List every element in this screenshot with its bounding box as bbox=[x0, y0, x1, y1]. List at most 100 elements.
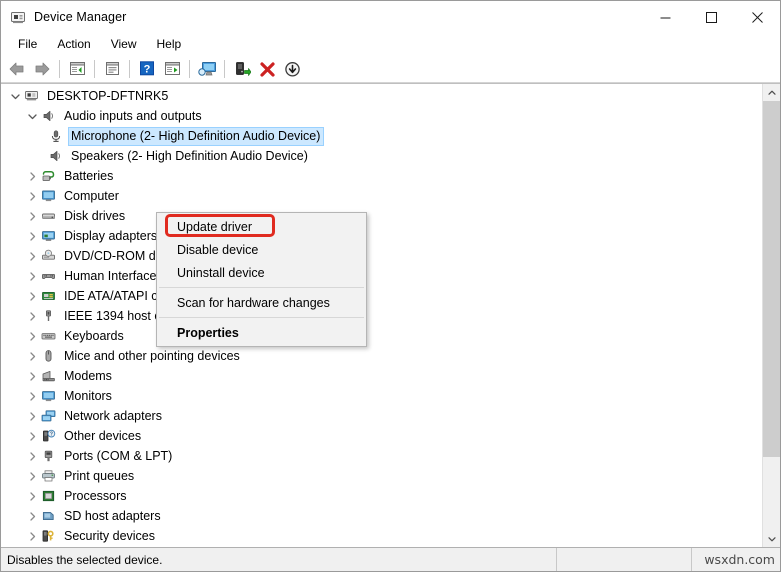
toolbar: ? bbox=[1, 55, 780, 83]
context-menu-item-properties[interactable]: Properties bbox=[157, 321, 366, 344]
tree-item-label: Monitors bbox=[64, 388, 112, 403]
tree-item-computer[interactable]: Computer bbox=[1, 186, 762, 206]
context-menu-item-disable-device[interactable]: Disable device bbox=[157, 238, 366, 261]
disk-drive-icon bbox=[40, 208, 57, 224]
context-menu-item-uninstall-device[interactable]: Uninstall device bbox=[157, 261, 366, 284]
menu-file[interactable]: File bbox=[8, 35, 47, 54]
window-title: Device Manager bbox=[34, 10, 127, 24]
tree-item-human-interface-devices[interactable]: Human Interface Devices bbox=[1, 266, 762, 286]
svg-text:?: ? bbox=[144, 63, 151, 75]
tree-item-microphone[interactable]: Microphone (2- High Definition Audio Dev… bbox=[1, 126, 762, 146]
tree-item-security-devices[interactable]: Security devices bbox=[1, 526, 762, 546]
menu-help[interactable]: Help bbox=[147, 35, 192, 54]
chevron-right-icon[interactable] bbox=[24, 451, 40, 461]
tree-item-software-devices[interactable]: Software devices bbox=[1, 546, 762, 547]
scrollbar-thumb[interactable] bbox=[763, 101, 780, 458]
disable-device-icon[interactable] bbox=[280, 57, 304, 80]
chevron-right-icon[interactable] bbox=[24, 331, 40, 341]
tree-item-label: SD host adapters bbox=[64, 508, 161, 523]
dvd-drive-icon bbox=[40, 248, 57, 264]
uninstall-device-icon[interactable] bbox=[255, 57, 279, 80]
chevron-down-icon[interactable] bbox=[24, 112, 40, 121]
device-tree[interactable]: DESKTOP-DFTNRK5 Audio inputs and outputs bbox=[1, 84, 762, 547]
action-menu-icon[interactable] bbox=[160, 57, 184, 80]
minimize-button[interactable] bbox=[642, 1, 688, 33]
tree-item-label: Disk drives bbox=[64, 208, 126, 223]
tree-item-batteries[interactable]: Batteries bbox=[1, 166, 762, 186]
tree-item-ports-com-and-lpt[interactable]: Ports (COM & LPT) bbox=[1, 446, 762, 466]
tree-item-display-adapters[interactable]: Display adapters bbox=[1, 226, 762, 246]
chevron-right-icon[interactable] bbox=[24, 491, 40, 501]
chevron-right-icon[interactable] bbox=[24, 371, 40, 381]
chevron-right-icon[interactable] bbox=[24, 351, 40, 361]
vertical-scrollbar[interactable] bbox=[762, 84, 780, 547]
tree-item-label: Mice and other pointing devices bbox=[64, 348, 240, 363]
tree-item-dvd-cd-rom-drives[interactable]: DVD/CD-ROM drives bbox=[1, 246, 762, 266]
context-menu[interactable]: Update driver Disable device Uninstall d… bbox=[156, 212, 367, 347]
tree-item-mice-and-other-pointing-devices[interactable]: Mice and other pointing devices bbox=[1, 346, 762, 366]
tree-item-label: Ports (COM & LPT) bbox=[64, 448, 173, 463]
forward-icon[interactable] bbox=[30, 57, 54, 80]
tree-item-desktop-dftnrk5[interactable]: DESKTOP-DFTNRK5 bbox=[1, 86, 762, 106]
help-icon[interactable]: ? bbox=[135, 57, 159, 80]
scroll-up-button[interactable] bbox=[763, 84, 780, 101]
tree-item-ieee-1394-host-controllers[interactable]: IEEE 1394 host controllers bbox=[1, 306, 762, 326]
menu-view[interactable]: View bbox=[101, 35, 147, 54]
microphone-icon bbox=[47, 128, 64, 144]
port-icon bbox=[40, 448, 57, 464]
tree-item-label: Processors bbox=[64, 488, 127, 503]
tree-item-monitors[interactable]: Monitors bbox=[1, 386, 762, 406]
chevron-right-icon[interactable] bbox=[24, 231, 40, 241]
tree-item-label: Other devices bbox=[64, 428, 142, 443]
back-icon[interactable] bbox=[5, 57, 29, 80]
monitor-icon bbox=[40, 188, 57, 204]
chevron-right-icon[interactable] bbox=[24, 171, 40, 181]
tree-item-network-adapters[interactable]: Network adapters bbox=[1, 406, 762, 426]
update-driver-icon[interactable] bbox=[230, 57, 254, 80]
window-controls bbox=[642, 1, 780, 33]
watermark-text: wsxdn.com bbox=[704, 552, 775, 567]
tree-item-print-queues[interactable]: Print queues bbox=[1, 466, 762, 486]
chevron-right-icon[interactable] bbox=[24, 531, 40, 541]
context-menu-item-label: Disable device bbox=[177, 242, 259, 257]
modem-icon bbox=[40, 368, 57, 384]
chevron-right-icon[interactable] bbox=[24, 391, 40, 401]
display-adapter-icon bbox=[40, 228, 57, 244]
context-menu-item-scan-for-hardware-changes[interactable]: Scan for hardware changes bbox=[157, 291, 366, 314]
show-hide-console-tree-icon[interactable] bbox=[65, 57, 89, 80]
context-menu-separator bbox=[159, 317, 364, 318]
chevron-right-icon[interactable] bbox=[24, 291, 40, 301]
chevron-right-icon[interactable] bbox=[24, 511, 40, 521]
chevron-right-icon[interactable] bbox=[24, 251, 40, 261]
tree-item-ide-ata-atapi-controllers[interactable]: IDE ATA/ATAPI controllers bbox=[1, 286, 762, 306]
maximize-button[interactable] bbox=[688, 1, 734, 33]
chevron-right-icon[interactable] bbox=[24, 411, 40, 421]
chevron-right-icon[interactable] bbox=[24, 211, 40, 221]
tree-item-other-devices[interactable]: ? Other devices bbox=[1, 426, 762, 446]
tree-item-disk-drives[interactable]: Disk drives bbox=[1, 206, 762, 226]
speaker-icon bbox=[40, 108, 57, 124]
properties-icon[interactable] bbox=[100, 57, 124, 80]
scrollbar-track[interactable] bbox=[763, 101, 780, 530]
tree-item-sd-host-adapters[interactable]: SD host adapters bbox=[1, 506, 762, 526]
context-menu-item-update-driver[interactable]: Update driver bbox=[157, 215, 366, 238]
tree-item-processors[interactable]: Processors bbox=[1, 486, 762, 506]
printer-icon bbox=[40, 468, 57, 484]
scan-for-hardware-changes-icon[interactable] bbox=[195, 57, 219, 80]
tree-item-speakers[interactable]: Speakers (2- High Definition Audio Devic… bbox=[1, 146, 762, 166]
chevron-right-icon[interactable] bbox=[24, 431, 40, 441]
chevron-right-icon[interactable] bbox=[24, 271, 40, 281]
tree-item-keyboards[interactable]: Keyboards bbox=[1, 326, 762, 346]
scroll-down-button[interactable] bbox=[763, 530, 780, 547]
chevron-right-icon[interactable] bbox=[24, 311, 40, 321]
chevron-right-icon[interactable] bbox=[24, 471, 40, 481]
hid-icon bbox=[40, 268, 57, 284]
tree-item-label: Batteries bbox=[64, 168, 114, 183]
close-button[interactable] bbox=[734, 1, 780, 33]
tree-item-modems[interactable]: Modems bbox=[1, 366, 762, 386]
toolbar-separator bbox=[129, 59, 130, 78]
menu-action[interactable]: Action bbox=[47, 35, 100, 54]
chevron-right-icon[interactable] bbox=[24, 191, 40, 201]
tree-item-audio-inputs-and-outputs[interactable]: Audio inputs and outputs bbox=[1, 106, 762, 126]
chevron-down-icon[interactable] bbox=[7, 92, 23, 101]
